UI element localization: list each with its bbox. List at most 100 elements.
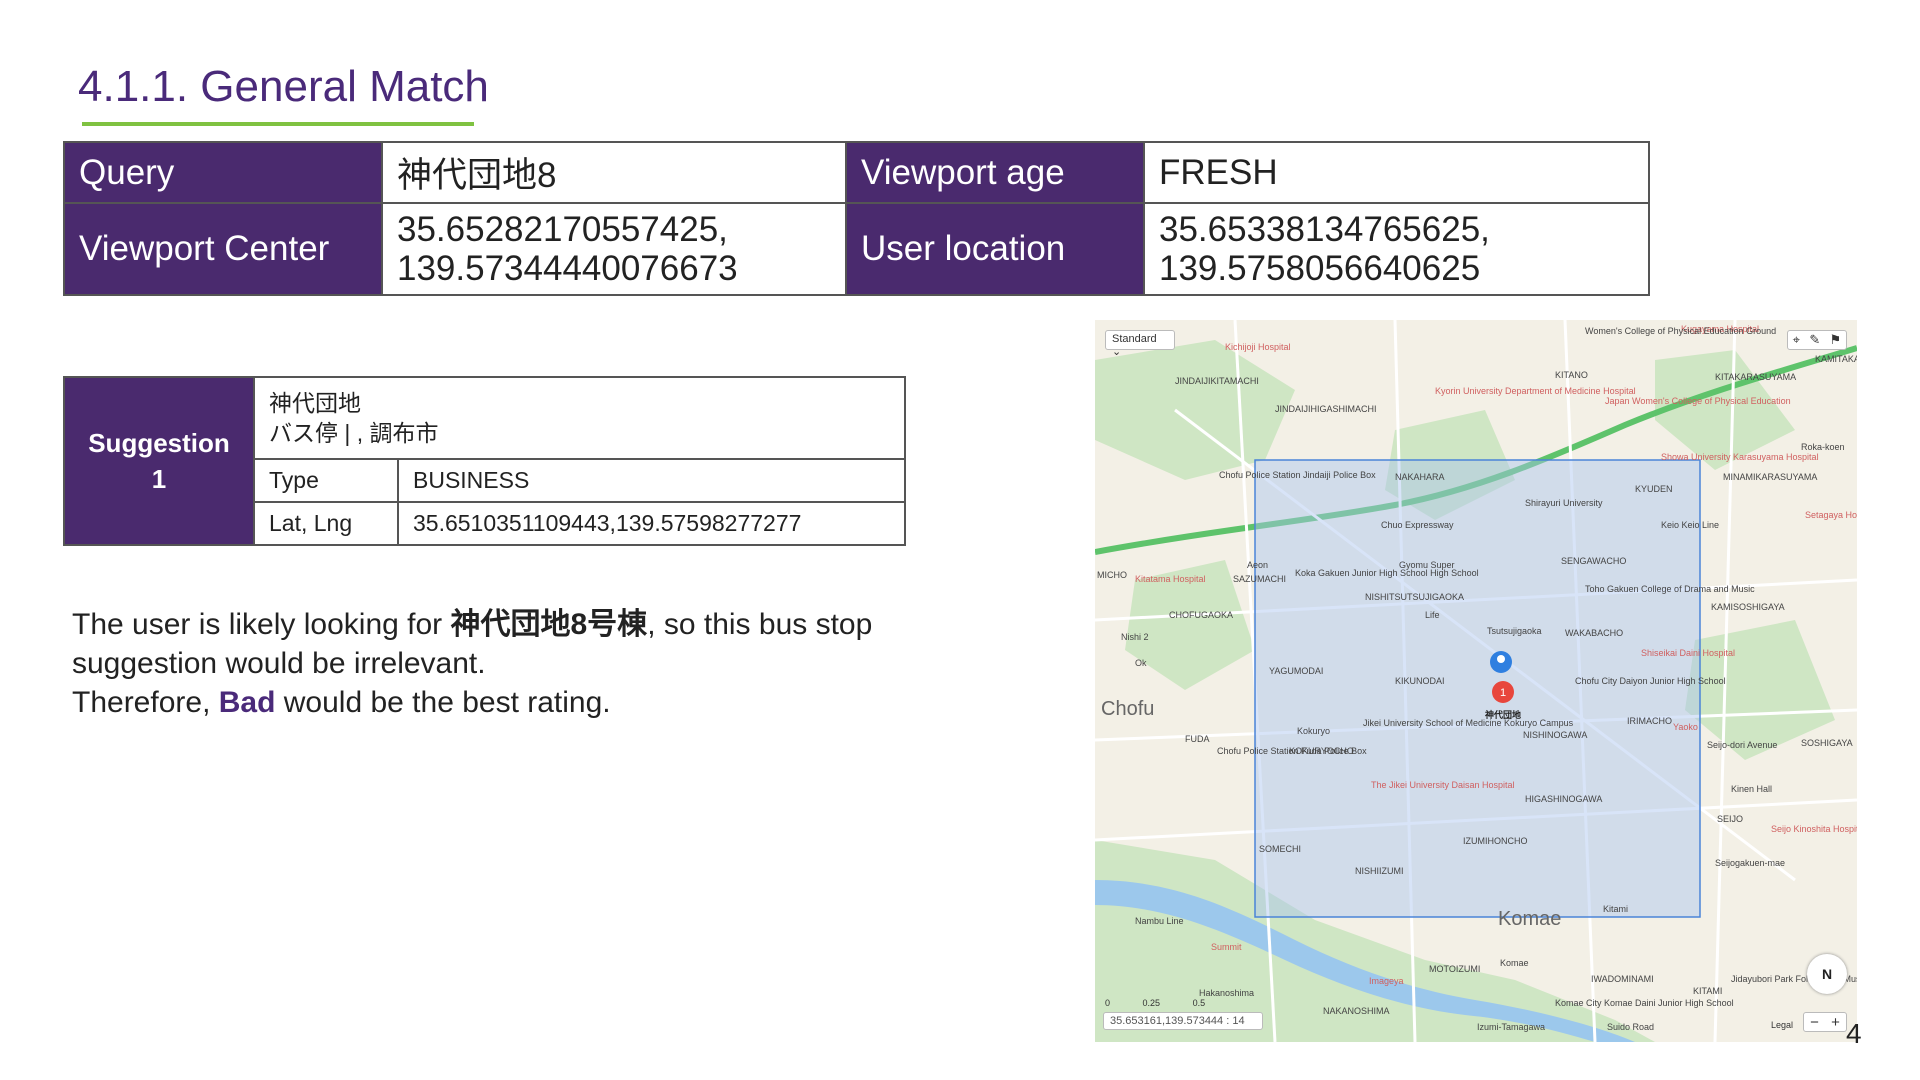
poi-label[interactable]: Kitatama Hospital [1135, 574, 1206, 584]
poi-label[interactable]: Kinen Hall [1731, 784, 1772, 794]
district-label: HIGASHINOGAWA [1525, 794, 1603, 804]
district-label: IWADOMINAMI [1591, 974, 1654, 984]
poi-label[interactable]: Nishi 2 [1121, 632, 1149, 642]
poi-label[interactable]: The Jikei University Daisan Hospital [1371, 780, 1515, 790]
poi-label[interactable]: Komae [1500, 958, 1529, 968]
legal-link[interactable]: Legal [1771, 1020, 1793, 1030]
poi-label[interactable]: Izumi-Tamagawa [1477, 1022, 1545, 1032]
district-label: YAGUMODAI [1269, 666, 1324, 676]
district-label: KITAMI [1693, 986, 1723, 996]
poi-label[interactable]: Chofu Police Station Jindaiji Police Box [1219, 470, 1376, 480]
viewport-center-lng: 139.57344440076673 [397, 249, 738, 288]
poi-label[interactable]: Ok [1135, 658, 1147, 668]
query-row: Query 神代団地8 Viewport age FRESH [63, 141, 1650, 204]
poi-label[interactable]: Imageya [1369, 976, 1404, 986]
poi-label[interactable]: Seijogakuen-mae [1715, 858, 1785, 868]
suggestion-name-row: Suggestion 1 神代団地 バス停 | , 調布市 [63, 376, 906, 546]
map-type-select[interactable]: Standard ⌄ [1105, 330, 1175, 358]
title-underline [82, 122, 474, 126]
district-label: KITAKARASUYAMA [1715, 372, 1797, 382]
suggestion-name-cell: 神代団地 バス停 | , 調布市 [253, 376, 906, 460]
explanation-text: The user is likely looking for 神代団地8号棟, … [72, 605, 972, 722]
viewport-rectangle [1254, 459, 1701, 918]
explanation-text-part: , so this bus stop [647, 608, 873, 641]
query-label: Query [63, 141, 383, 204]
latlng-label: Lat, Lng [253, 501, 399, 546]
district-label: CHOFUGAOKA [1169, 610, 1234, 620]
district-label: SOSHIGAYA [1801, 738, 1853, 748]
suggestion-table: Suggestion 1 神代団地 バス停 | , 調布市 Type BUSIN… [63, 376, 906, 546]
viewport-center-lat: 35.65282170557425, [397, 210, 728, 249]
poi-label[interactable]: Shirayuri University [1525, 498, 1603, 508]
suggestion-header-number: 1 [151, 464, 167, 494]
district-label: KYUDEN [1635, 484, 1673, 494]
query-info-table: Query 神代団地8 Viewport age FRESH Viewport … [63, 141, 1650, 296]
poi-label[interactable]: Yaoko [1673, 722, 1698, 732]
poi-label[interactable]: Kokuryo [1297, 726, 1330, 736]
poi-label[interactable]: Chofu City Daiyon Junior High School [1575, 676, 1726, 686]
viewport-center-label: Viewport Center [63, 202, 383, 296]
type-label: Type [253, 458, 399, 503]
poi-label[interactable]: Showa University Karasuyama Hospital [1661, 452, 1819, 462]
poi-label[interactable]: Toho Gakuen College of Drama and Music [1585, 584, 1755, 594]
explanation-line-2: suggestion would be irrelevant. [72, 647, 486, 680]
map-canvas[interactable]: 1 神代団地 [1095, 320, 1857, 1042]
poi-label[interactable]: Kitami [1603, 904, 1628, 914]
area-label-komae: Komae [1498, 908, 1562, 930]
poi-label[interactable]: Roka-koen [1801, 442, 1845, 452]
target-building-name: 神代団地8号棟 [450, 608, 648, 641]
poi-label[interactable]: Shiseikai Daini Hospital [1641, 648, 1735, 658]
map-tools: ⌖ ✎ ⚑ [1787, 330, 1847, 350]
district-label: NISHINOGAWA [1523, 730, 1588, 740]
area-label-chofu: Chofu [1101, 698, 1155, 720]
poi-label[interactable]: Summit [1211, 942, 1242, 952]
district-label: IZUMIHONCHO [1463, 836, 1528, 846]
district-label: WAKABACHO [1565, 628, 1624, 638]
poi-label[interactable]: Jikei University School of Medicine Koku… [1363, 718, 1573, 728]
scale-tick: 0.25 [1142, 998, 1161, 1008]
explanation-line-3: Therefore, Bad would be the best rating. [72, 683, 972, 722]
poi-label[interactable]: Gyomu Super [1399, 560, 1455, 570]
poi-label[interactable]: Chofu Police Station Fuda Police Box [1217, 746, 1367, 756]
poi-label[interactable]: Hakanoshima [1199, 988, 1254, 998]
viewport-center-value: 35.65282170557425, 139.57344440076673 [381, 202, 847, 296]
district-label: SEIJO [1717, 814, 1744, 824]
scale-tick: 0 [1105, 998, 1111, 1008]
poi-label[interactable]: Tsutsujigaoka [1487, 626, 1542, 636]
slide-title: 4.1.1. General Match [78, 62, 489, 111]
map-view[interactable]: 1 神代団地 Chofu Komae JINDAIJIKITAMACHI JIN… [1095, 320, 1857, 1042]
district-label: KIKUNODAI [1395, 676, 1445, 686]
district-label: NISHITSUTSUJIGAOKA [1365, 592, 1465, 602]
location-pin-icon[interactable]: ⌖ [1793, 332, 1800, 348]
suggestion-header: Suggestion 1 [63, 376, 255, 546]
poi-label[interactable]: Japan Women's College of Physical Educat… [1605, 396, 1791, 406]
flag-icon[interactable]: ⚑ [1830, 332, 1842, 348]
user-location-dot-center [1497, 655, 1505, 663]
poi-label[interactable]: Seijo Kinoshita Hospital [1771, 824, 1857, 834]
road-label: Seijo-dori Avenue [1707, 740, 1778, 750]
district-label: KAMITAKA [1815, 354, 1857, 364]
district-label: JINDAIJIHIGASHIMACHI [1275, 404, 1377, 414]
pencil-icon[interactable]: ✎ [1809, 332, 1820, 348]
poi-label[interactable]: Komae City Komae Daini Junior High Schoo… [1555, 998, 1734, 1008]
map-type-value: Standard [1112, 333, 1157, 345]
poi-label[interactable]: Kichijoji Hospital [1225, 342, 1291, 352]
district-label: MICHO [1097, 570, 1127, 580]
explanation-text-part: The user is likely looking for [72, 608, 451, 641]
poi-label[interactable]: Aeon [1247, 560, 1268, 570]
query-value: 神代団地8 [381, 141, 847, 204]
poi-label[interactable]: Women's College of Physical Education Gr… [1585, 326, 1776, 336]
compass-north-label: N [1821, 966, 1833, 982]
zoom-out-button[interactable]: − [1810, 1014, 1819, 1031]
poi-label[interactable]: Life [1425, 610, 1440, 620]
latlng-value: 35.6510351109443,139.57598277277 [397, 501, 906, 546]
district-label: SENGAWACHO [1561, 556, 1627, 566]
district-label: NAKAHARA [1395, 472, 1445, 482]
scale-tick: 0.5 [1192, 998, 1206, 1008]
poi-label[interactable]: Suido Road [1607, 1022, 1654, 1032]
compass-icon[interactable]: N [1807, 954, 1847, 994]
poi-label[interactable]: Setagaya Hokubu Hospital [1805, 510, 1857, 520]
district-label: FUDA [1185, 734, 1210, 744]
zoom-in-button[interactable]: + [1831, 1014, 1840, 1031]
poi-label[interactable]: Kyorin University Department of Medicine… [1435, 386, 1636, 396]
